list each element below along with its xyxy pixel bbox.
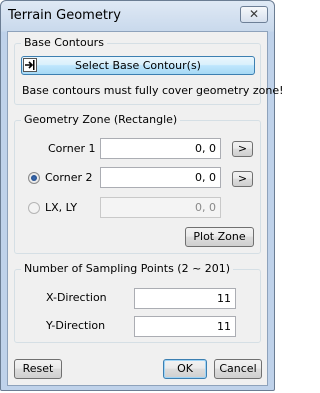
dialog-body: Base Contours Select Base Contour(s) Bas… [7,31,284,386]
close-button[interactable]: ✕ [240,6,268,23]
corner1-label: Corner 1 [48,142,96,155]
sampling-points-title: Number of Sampling Points (2 ~ 201) [21,262,234,275]
ok-button[interactable]: OK [163,359,207,379]
base-contours-title: Base Contours [21,36,107,49]
geometry-zone-title: Geometry Zone (Rectangle) [21,113,181,126]
y-direction-label: Y-Direction [46,319,106,332]
window-title: Terrain Geometry [8,8,121,23]
reset-button[interactable]: Reset [14,359,62,379]
corner2-radio-dot [31,175,37,181]
select-base-contour-label: Select Base Contour(s) [75,59,201,72]
cancel-button[interactable]: Cancel [214,359,262,379]
corner2-radio[interactable] [28,172,40,184]
corner1-input[interactable]: 0, 0 [100,138,221,159]
title-bar[interactable]: Terrain Geometry ✕ [1,1,274,31]
x-direction-input[interactable]: 11 [134,288,236,309]
lxly-label: LX, LY [45,201,78,214]
corner2-pick-button[interactable]: > [232,171,253,187]
y-direction-input[interactable]: 11 [134,316,236,337]
close-icon: ✕ [248,7,260,21]
x-direction-label: X-Direction [46,291,107,304]
select-arrow-icon [23,58,37,72]
lxly-input: 0, 0 [100,197,221,218]
corner1-pick-button[interactable]: > [232,141,253,157]
sampling-points-group: Number of Sampling Points (2 ~ 201) X-Di… [14,262,261,343]
corner2-label: Corner 2 [45,171,93,184]
base-contours-group: Base Contours Select Base Contour(s) Bas… [14,36,284,105]
corner2-input[interactable]: 0, 0 [100,167,221,188]
lxly-radio[interactable] [28,202,40,214]
plot-zone-button[interactable]: Plot Zone [185,227,254,247]
geometry-zone-group: Geometry Zone (Rectangle) Corner 1 0, 0 … [14,113,261,254]
base-contours-note: Base contours must fully cover geometry … [22,84,284,97]
terrain-geometry-dialog: Terrain Geometry ✕ Base Contours Select … [0,0,284,391]
select-base-contour-button[interactable]: Select Base Contour(s) [21,56,255,75]
